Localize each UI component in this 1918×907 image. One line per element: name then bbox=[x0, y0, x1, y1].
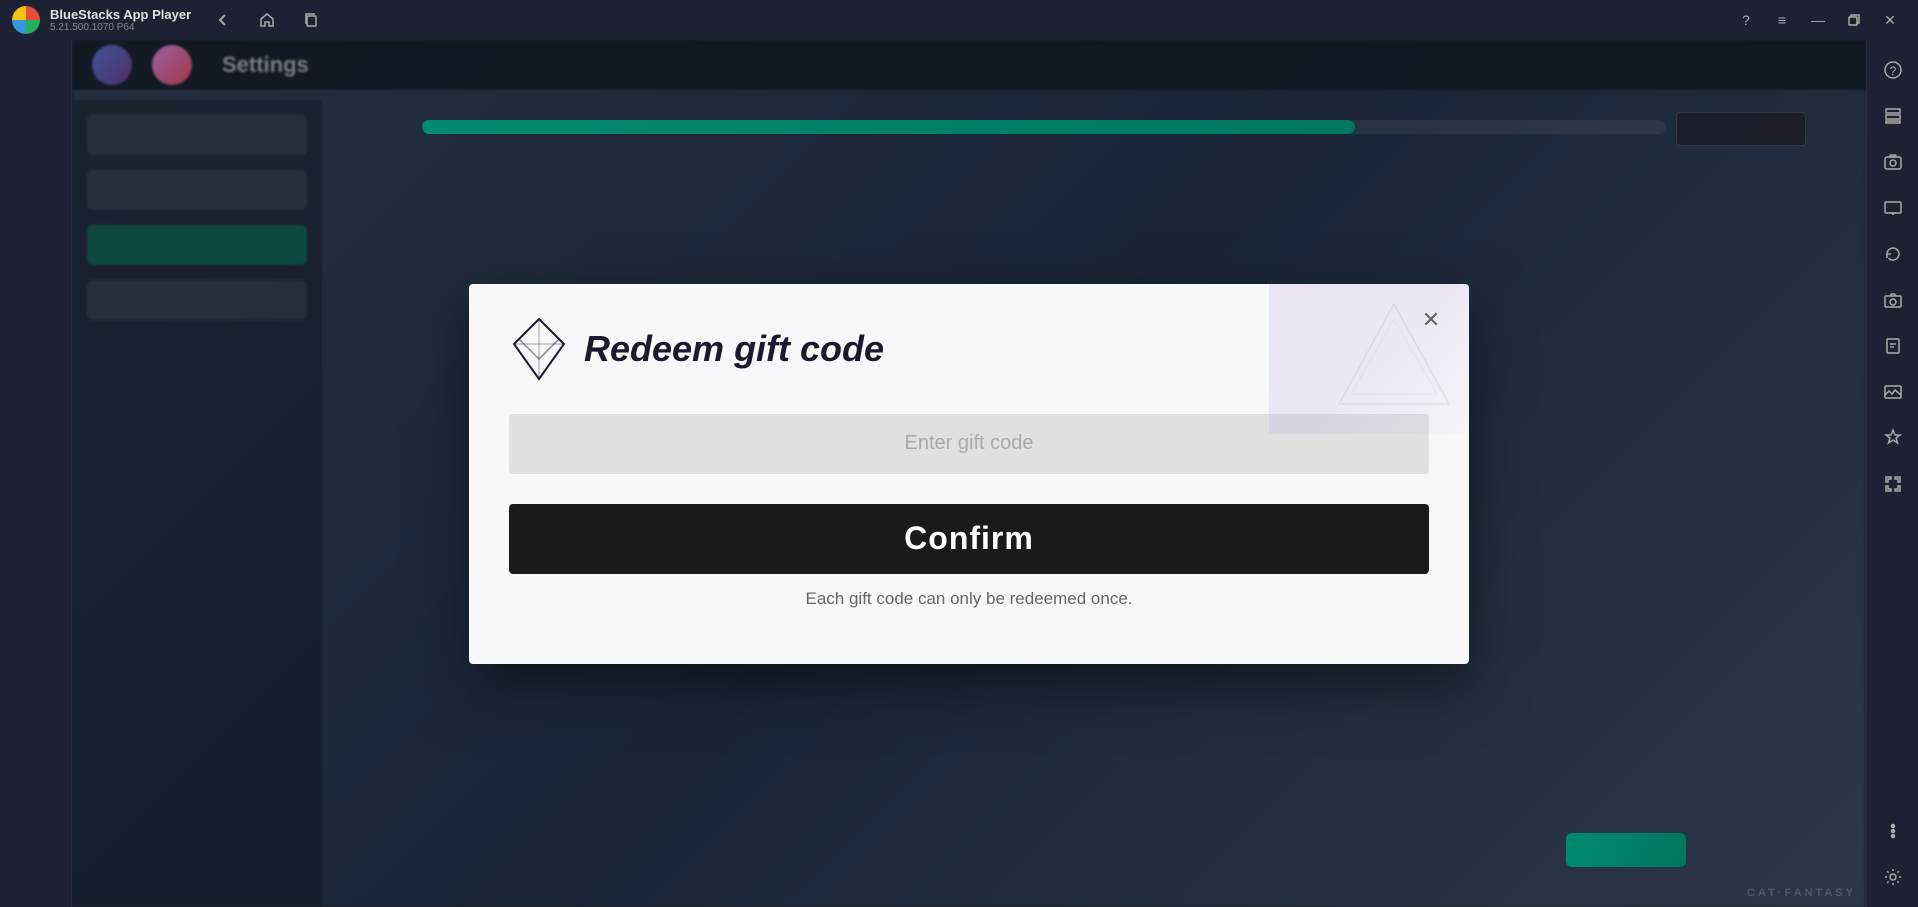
minimize-button[interactable]: — bbox=[1802, 6, 1834, 34]
sidebar-tv-button[interactable] bbox=[1871, 186, 1915, 230]
confirm-button[interactable]: Confirm bbox=[509, 504, 1429, 574]
restore-button[interactable] bbox=[1838, 6, 1870, 34]
window-controls: ? ≡ — ✕ bbox=[1730, 6, 1906, 34]
app-info: BlueStacks App Player 5.21.500.1070 P64 bbox=[50, 7, 191, 33]
game-area: Settings bbox=[72, 40, 1866, 907]
main-area: Settings bbox=[0, 40, 1918, 907]
cat-fantasy-logo: CAT·FANTASY bbox=[509, 314, 569, 384]
home-button[interactable] bbox=[255, 8, 279, 32]
sidebar-photo-button[interactable] bbox=[1871, 370, 1915, 414]
redeem-notice: Each gift code can only be redeemed once… bbox=[509, 589, 1429, 609]
copy-button[interactable] bbox=[299, 8, 323, 32]
app-name: BlueStacks App Player bbox=[50, 7, 191, 22]
app-logo bbox=[12, 6, 40, 34]
modal-container: CAT·FANTASY Redeem gift code ✕ Confirm E… bbox=[469, 284, 1469, 664]
app-version: 5.21.500.1070 P64 bbox=[50, 22, 191, 33]
help-button[interactable]: ? bbox=[1730, 6, 1762, 34]
sidebar-resize-button[interactable] bbox=[1871, 462, 1915, 506]
gift-code-input[interactable] bbox=[509, 414, 1429, 474]
sidebar-more-button[interactable] bbox=[1871, 809, 1915, 853]
nav-buttons bbox=[211, 8, 323, 32]
svg-text:?: ? bbox=[1889, 64, 1896, 78]
sidebar-bottom bbox=[1871, 809, 1915, 899]
sidebar-help-button[interactable]: ? bbox=[1871, 48, 1915, 92]
modal-body: Confirm Each gift code can only be redee… bbox=[469, 404, 1469, 639]
sidebar-camera-button[interactable] bbox=[1871, 278, 1915, 322]
menu-button[interactable]: ≡ bbox=[1766, 6, 1798, 34]
right-sidebar: ? bbox=[1866, 40, 1918, 907]
sidebar-magic-button[interactable] bbox=[1871, 416, 1915, 460]
redeem-modal: CAT·FANTASY Redeem gift code ✕ Confirm E… bbox=[469, 284, 1469, 664]
back-button[interactable] bbox=[211, 8, 235, 32]
sidebar-layout-button[interactable] bbox=[1871, 94, 1915, 138]
modal-title: Redeem gift code bbox=[584, 328, 884, 370]
modal-header: CAT·FANTASY Redeem gift code bbox=[469, 284, 1469, 404]
sidebar-rotate-button[interactable] bbox=[1871, 232, 1915, 276]
left-sidebar bbox=[0, 40, 72, 907]
sidebar-gear-button[interactable] bbox=[1871, 855, 1915, 899]
sidebar-apk-button[interactable] bbox=[1871, 324, 1915, 368]
title-bar: BlueStacks App Player 5.21.500.1070 P64 … bbox=[0, 0, 1918, 40]
modal-close-button[interactable]: ✕ bbox=[1413, 302, 1449, 338]
close-button[interactable]: ✕ bbox=[1874, 6, 1906, 34]
sidebar-screenshot-button[interactable] bbox=[1871, 140, 1915, 184]
